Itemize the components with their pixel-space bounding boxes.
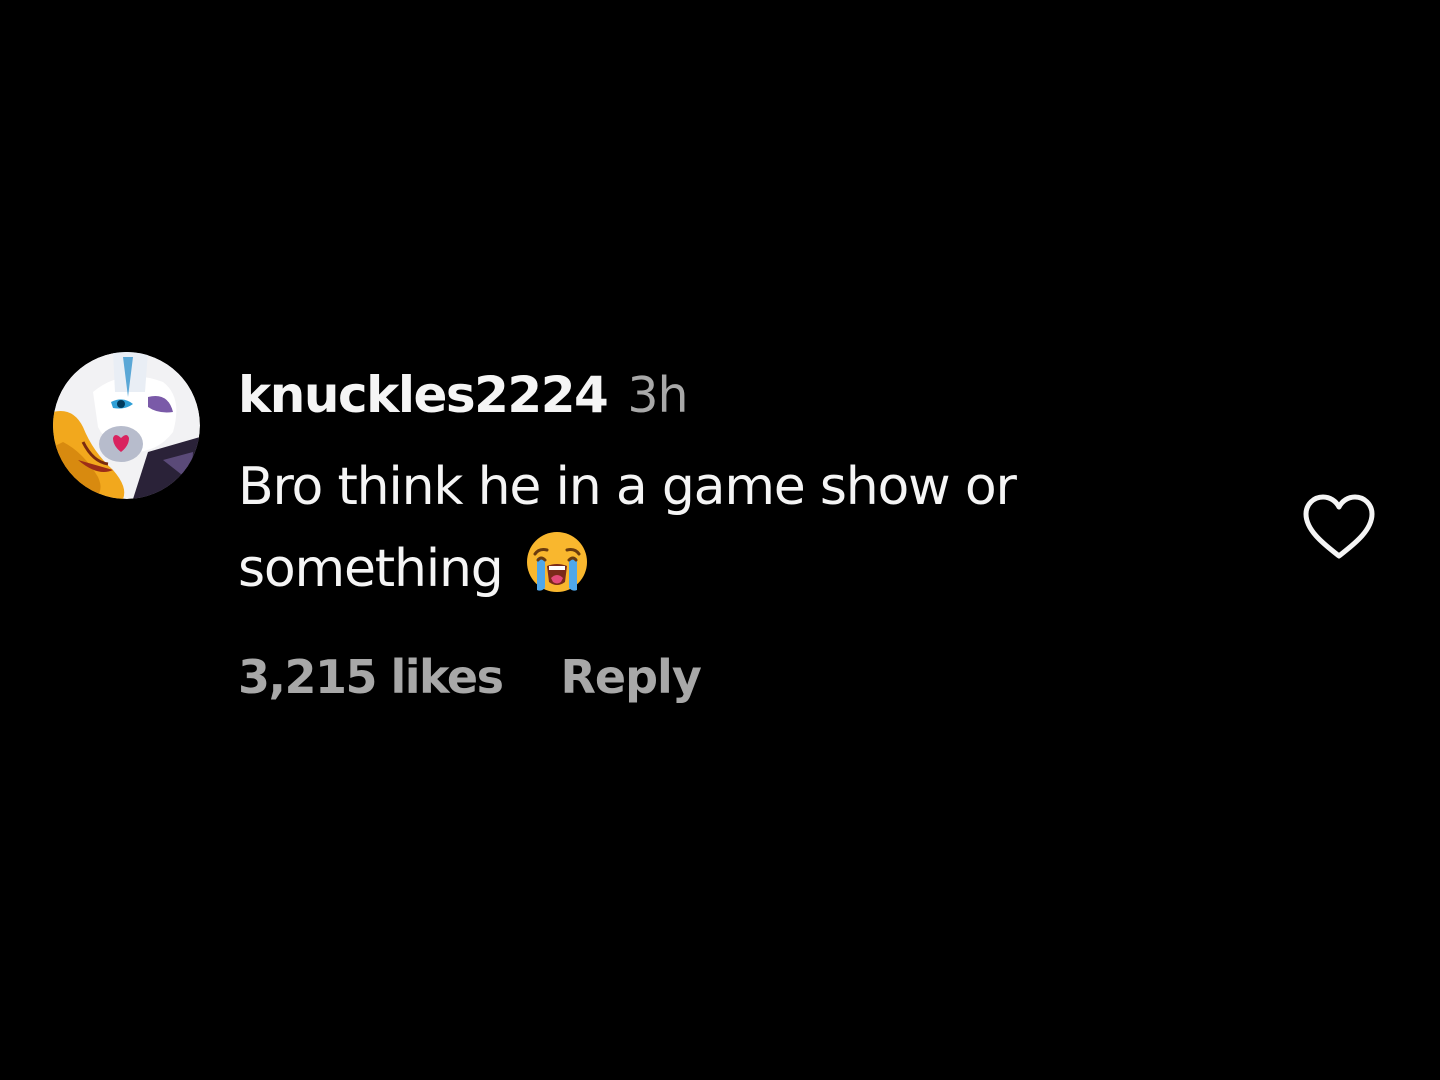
comment-actions: 3,215 likes Reply	[238, 650, 702, 704]
comment-text-content: Bro think he in a game show or something	[238, 457, 1017, 599]
likes-count[interactable]: 3,215 likes	[238, 650, 504, 704]
comment: knuckles2224 3h Bro think he in a game s…	[0, 0, 1440, 1080]
heart-outline-icon	[1303, 494, 1375, 559]
reply-button[interactable]: Reply	[561, 650, 702, 704]
avatar-image	[53, 352, 200, 499]
comment-text: Bro think he in a game show or something	[238, 446, 1228, 610]
loudly-crying-face-icon	[525, 530, 589, 594]
avatar[interactable]	[53, 352, 200, 499]
like-button[interactable]	[1300, 492, 1378, 562]
username-link[interactable]: knuckles2224	[238, 366, 609, 424]
comment-header: knuckles2224 3h	[238, 366, 689, 430]
timestamp: 3h	[627, 367, 688, 424]
